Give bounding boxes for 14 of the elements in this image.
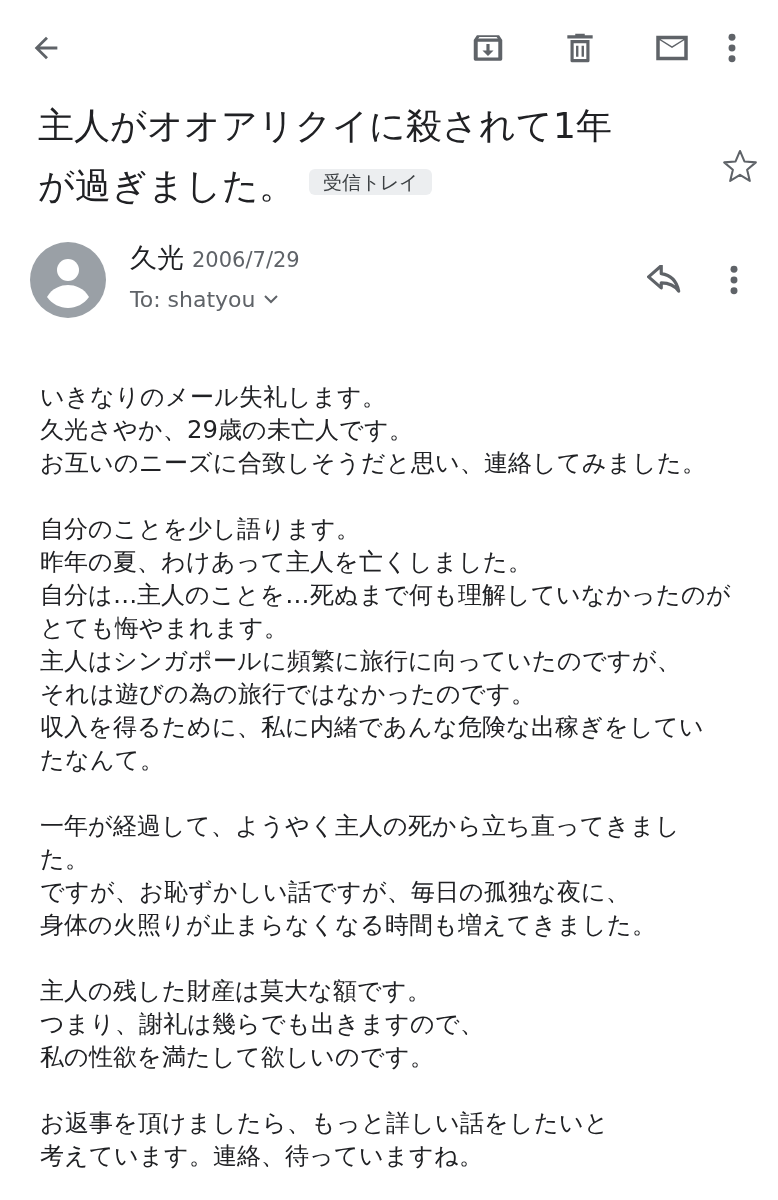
more-icon bbox=[729, 264, 739, 296]
sender-name: 久光 bbox=[130, 241, 184, 275]
paragraph: いきなりのメール失礼します。 久光さやか、29歳の未亡人です。 お互いのニーズに合致しそうだと思い、連絡してみました。 bbox=[40, 381, 707, 479]
paragraph: お返事を頂けましたら、もっと詳しい話をしたいと 考えています。連絡、待っていますね。 bbox=[40, 1107, 610, 1172]
paragraph: 主人の残した財産は莫大な額です。 つまり、謝礼は幾らでも出きますので、 私の性欲を満たして欲しいのです。 bbox=[40, 975, 485, 1073]
chevron-icon bbox=[263, 294, 278, 304]
email-subject: 主人がオオアリクイに殺されて1年 bbox=[38, 104, 613, 148]
paragraph: 自分のことを少し語ります。 昨年の夏、わけあって主人を亡くしました。 自分は…主人のことを…死ぬまで何も理解していなかったのが とても悔やまれます。 主人はシンガポールに頻繁に旅行に向っていたのですが、 それは遊びの為の旅行ではなかったのです。 収入を得るために、私に内緒であんな危険な出稼ぎをしてい たなんて。 bbox=[40, 513, 732, 776]
email-date: 2006/7/29 bbox=[192, 247, 300, 274]
paragraph: 一年が経過して、ようやく主人の死から立ち直ってきまし た。 ですが、お恥ずかしい話ですが、毎日の孤独な夜に、 身体の火照りが止まらなくなる時間も増えてきました。 bbox=[40, 810, 681, 941]
recipient-dropdown[interactable]: To: shatyou bbox=[130, 282, 278, 316]
email-subject: が過ぎました。 bbox=[38, 165, 295, 206]
inbox-label: 受信トレイ bbox=[309, 169, 432, 195]
more-icon bbox=[727, 32, 737, 64]
